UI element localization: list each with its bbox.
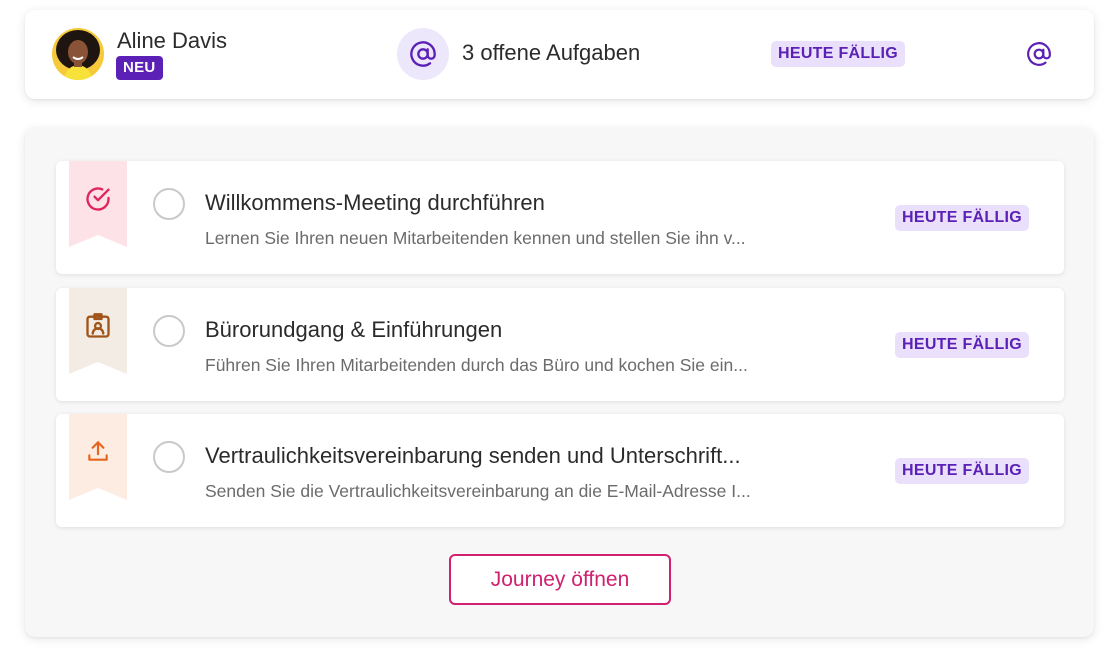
task-checkbox[interactable] <box>153 315 185 347</box>
journey-task-panel: Willkommens-Meeting durchführen Lernen S… <box>25 128 1094 637</box>
upload-icon <box>88 441 108 461</box>
task-item-nda[interactable]: Vertraulichkeitsvereinbarung senden und … <box>56 414 1064 527</box>
avatar[interactable] <box>52 28 104 80</box>
due-today-badge: HEUTE FÄLLIG <box>895 332 1030 358</box>
task-description: Führen Sie Ihren Mitarbeitenden durch da… <box>205 355 748 375</box>
due-today-badge: HEUTE FÄLLIG <box>895 205 1030 231</box>
task-ribbon <box>69 414 127 500</box>
task-summary-header: Aline Davis NEU 3 offene Aufgaben HEUTE … <box>25 10 1094 99</box>
task-item-office-tour[interactable]: Bürorundgang & Einführungen Führen Sie I… <box>56 288 1064 401</box>
task-description: Senden Sie die Vertraulichkeitsvereinbar… <box>205 481 751 501</box>
task-description: Lernen Sie Ihren neuen Mitarbeitenden ke… <box>205 228 746 248</box>
mention-icon <box>397 28 449 80</box>
task-ribbon <box>69 288 127 374</box>
task-checkbox[interactable] <box>153 188 185 220</box>
task-item-welcome-meeting[interactable]: Willkommens-Meeting durchführen Lernen S… <box>56 161 1064 274</box>
id-badge-icon <box>86 313 110 338</box>
task-title: Bürorundgang & Einführungen <box>205 317 503 342</box>
due-today-badge: HEUTE FÄLLIG <box>771 41 906 67</box>
at-sign-icon[interactable] <box>1024 41 1054 67</box>
check-circle-icon <box>86 187 110 211</box>
new-badge: NEU <box>116 56 163 80</box>
task-ribbon <box>69 161 127 247</box>
open-journey-button[interactable]: Journey öffnen <box>449 554 671 605</box>
task-checkbox[interactable] <box>153 441 185 473</box>
task-title: Vertraulichkeitsvereinbarung senden und … <box>205 443 741 468</box>
due-today-badge: HEUTE FÄLLIG <box>895 458 1030 484</box>
open-tasks-count: 3 offene Aufgaben <box>462 40 641 65</box>
user-name: Aline Davis <box>117 28 228 53</box>
task-title: Willkommens-Meeting durchführen <box>205 190 545 215</box>
